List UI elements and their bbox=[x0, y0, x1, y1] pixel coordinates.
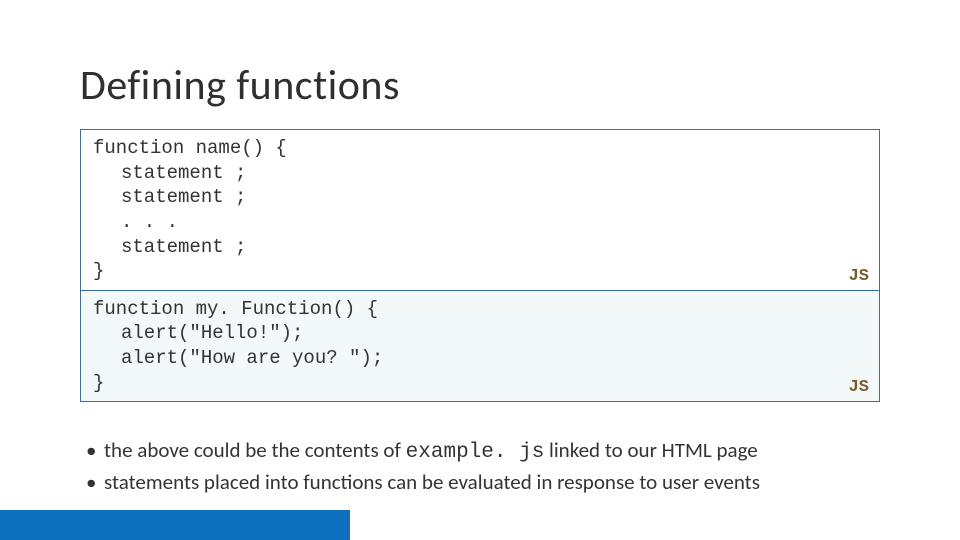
code-line: function my. Function() { bbox=[93, 297, 867, 322]
inline-code: example. js bbox=[406, 441, 545, 464]
bullet-text: linked to our HTML page bbox=[544, 437, 757, 463]
code-line: alert("How are you? "); bbox=[93, 346, 867, 371]
code-line: statement ; bbox=[93, 161, 867, 186]
code-area: function name() {statement ;statement ;.… bbox=[80, 129, 880, 402]
code-line: alert("Hello!"); bbox=[93, 321, 867, 346]
code-line: statement ; bbox=[93, 185, 867, 210]
bullet-text: statements placed into functions can be … bbox=[104, 469, 760, 495]
code-line: } bbox=[93, 371, 867, 396]
code-line: . . . bbox=[93, 210, 867, 235]
code-block: function name() {statement ;statement ;.… bbox=[80, 129, 880, 291]
bullet-text: the above could be the contents of bbox=[104, 437, 406, 463]
language-badge: JS bbox=[849, 378, 869, 397]
bullet-item: the above could be the contents of examp… bbox=[80, 436, 880, 467]
page-title: Defining functions bbox=[80, 60, 880, 111]
bullet-item: statements placed into functions can be … bbox=[80, 468, 880, 496]
language-badge: JS bbox=[849, 267, 869, 286]
slide: Defining functions function name() {stat… bbox=[0, 0, 960, 540]
code-line: function name() { bbox=[93, 136, 867, 161]
bullet-list: the above could be the contents of examp… bbox=[80, 436, 880, 496]
footer-accent-bar bbox=[0, 510, 350, 540]
code-line: } bbox=[93, 259, 867, 284]
code-block: function my. Function() {alert("Hello!")… bbox=[80, 290, 880, 403]
code-line: statement ; bbox=[93, 235, 867, 260]
